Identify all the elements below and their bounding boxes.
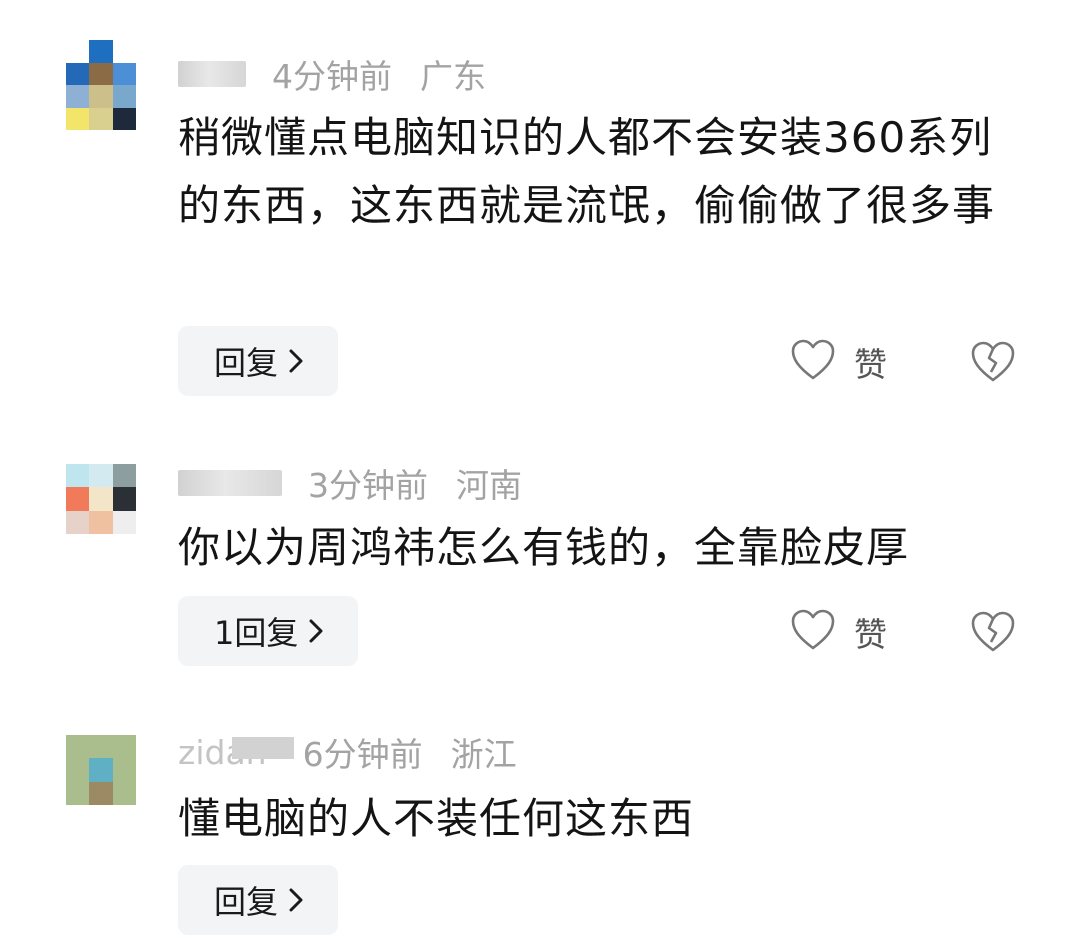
avatar-pixel	[66, 487, 90, 511]
avatar-pixel	[112, 85, 136, 108]
broken-heart-icon	[970, 611, 1016, 658]
comment-meta: 3分钟前 河南	[178, 463, 522, 505]
like-button[interactable]: 赞	[790, 608, 887, 656]
avatar-pixel	[112, 487, 136, 511]
avatar-pixel	[112, 464, 136, 488]
avatar-pixel	[112, 107, 136, 130]
comment-time: 4分钟前	[272, 57, 392, 96]
username[interactable]: zidan	[178, 733, 294, 772]
broken-heart-icon	[970, 341, 1016, 388]
avatar-pixel	[112, 62, 136, 85]
avatar-pixel	[89, 62, 113, 85]
avatar-pixel	[66, 40, 90, 63]
like-label: 赞	[854, 345, 887, 384]
comment-location: 广东	[420, 57, 486, 96]
reply-label: 1回复	[214, 614, 299, 652]
avatar-pixel	[66, 62, 90, 85]
comment-meta: zidan 6分钟前 浙江	[178, 732, 517, 775]
like-label: 赞	[854, 615, 887, 654]
dislike-button[interactable]	[970, 340, 1016, 388]
avatar-pixel	[112, 758, 136, 782]
username-redacted[interactable]	[178, 61, 246, 87]
reply-label: 回复	[214, 883, 279, 921]
avatar-pixel	[89, 781, 113, 805]
avatar-pixel	[112, 40, 136, 63]
avatar-pixel	[66, 107, 90, 130]
username-redaction	[232, 736, 294, 759]
avatar[interactable]	[66, 464, 136, 534]
avatar-pixel	[89, 510, 113, 534]
comment-time: 6分钟前	[302, 735, 423, 774]
comment-time: 3分钟前	[308, 466, 428, 505]
avatar-pixel	[66, 85, 90, 108]
avatar-pixel	[89, 487, 113, 511]
like-button[interactable]: 赞	[790, 338, 887, 386]
comment-location: 河南	[456, 466, 522, 505]
comment-text: 懂电脑的人不装任何这东西	[178, 794, 695, 843]
avatar-pixel	[112, 735, 136, 759]
avatar-pixel	[89, 735, 113, 759]
avatar-pixel	[89, 40, 113, 63]
reply-button[interactable]: 回复	[178, 865, 339, 935]
chevron-right-icon	[288, 348, 304, 374]
chevron-right-icon	[288, 887, 304, 913]
reply-button[interactable]: 回复	[178, 326, 339, 396]
chevron-right-icon	[308, 618, 324, 644]
comment-text: 稍微懂点电脑知识的人都不会安装360系列的东西，这东西就是流氓，偷偷做了很多事	[178, 113, 996, 230]
avatar[interactable]	[66, 40, 136, 130]
avatar-pixel	[112, 781, 136, 805]
avatar-pixel	[66, 510, 90, 534]
avatar-pixel	[66, 758, 90, 782]
reply-button[interactable]: 1回复	[178, 596, 359, 666]
comment-meta: 4分钟前 广东	[178, 54, 486, 96]
avatar-pixel	[66, 464, 90, 488]
comment-location: 浙江	[450, 735, 517, 774]
avatar-pixel	[66, 735, 90, 759]
dislike-button[interactable]	[970, 610, 1016, 658]
avatar-pixel	[89, 85, 113, 108]
avatar-pixel	[89, 758, 113, 782]
avatar[interactable]	[66, 735, 136, 805]
avatar-pixel	[66, 781, 90, 805]
comment-text: 你以为周鸿祎怎么有钱的，全靠脸皮厚	[178, 523, 910, 572]
avatar-pixel	[89, 464, 113, 488]
heart-outline-icon	[790, 608, 836, 656]
heart-outline-icon	[790, 338, 836, 386]
reply-label: 回复	[214, 344, 279, 382]
avatar-pixel	[89, 107, 113, 130]
avatar-pixel	[112, 510, 136, 534]
username-redacted[interactable]	[178, 470, 282, 496]
